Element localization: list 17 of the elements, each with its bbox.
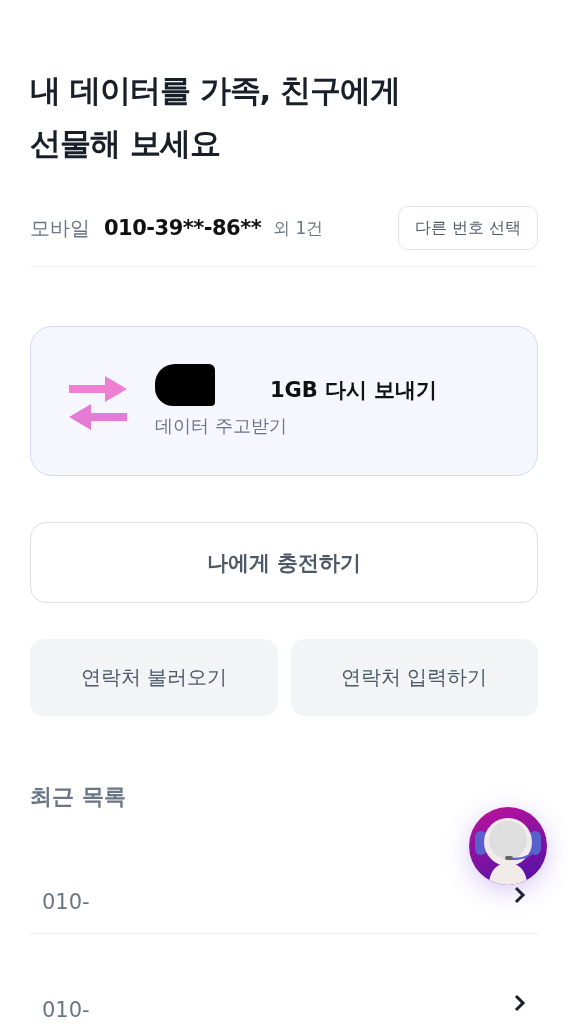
- recent-phone-number[interactable]: 010-: [42, 890, 90, 914]
- line-type-label: 모바일: [30, 214, 90, 242]
- resend-subtitle: 데이터 주고받기: [155, 414, 288, 438]
- section-heading: 최근 목록: [30, 783, 127, 811]
- chevron-right-icon: [514, 886, 526, 904]
- redaction-mark: [155, 364, 215, 406]
- page-title: 내 데이터를 가족, 친구에게 선물해 보세요: [30, 71, 402, 163]
- chevron-right-icon: [514, 994, 526, 1012]
- phone-number: 010-39**-86**: [104, 216, 262, 240]
- load-contacts-button[interactable]: 연락처 불러오기: [30, 639, 278, 716]
- charge-self-button[interactable]: 나에게 충전하기: [30, 522, 538, 603]
- select-number-button[interactable]: 다른 번호 선택: [397, 206, 538, 250]
- extra-count: 외 1건: [273, 216, 324, 240]
- resend-title: 1GB 다시 보내기: [270, 377, 438, 404]
- resend-card[interactable]: 1GB 다시 보내기 데이터 주고받기: [30, 326, 538, 476]
- recent-phone-number[interactable]: 010-: [42, 998, 90, 1022]
- enter-contact-button[interactable]: 연락처 입력하기: [290, 639, 538, 716]
